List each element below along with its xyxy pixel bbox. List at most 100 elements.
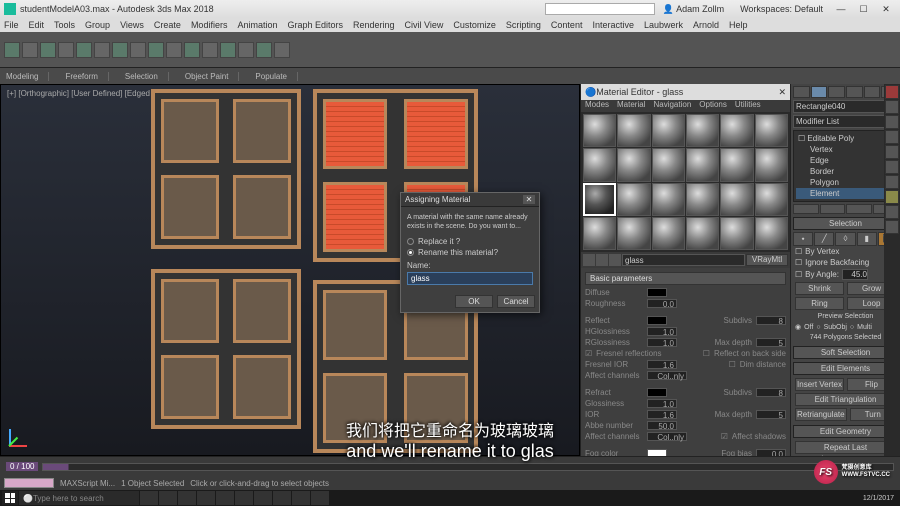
refract-swatch[interactable]	[647, 388, 667, 397]
taskbar-cortana-icon[interactable]	[140, 491, 158, 505]
menu-tools[interactable]: Tools	[54, 20, 75, 30]
taskbar-app-icon[interactable]	[159, 491, 177, 505]
minimize-button[interactable]: —	[831, 4, 851, 14]
menu-rendering[interactable]: Rendering	[353, 20, 395, 30]
material-swatch[interactable]	[652, 217, 685, 250]
material-swatch[interactable]	[617, 148, 650, 181]
stack-border[interactable]: Border	[796, 166, 895, 177]
material-swatch[interactable]	[617, 114, 650, 147]
stack-tool[interactable]	[793, 204, 819, 214]
taskbar-app-icon[interactable]	[311, 491, 329, 505]
timeline-track[interactable]	[42, 463, 894, 471]
tool-align[interactable]	[202, 42, 218, 58]
taskbar-search[interactable]: ⚪ Type here to search	[19, 491, 139, 505]
tool-unlink[interactable]	[58, 42, 74, 58]
matmenu-utilities[interactable]: Utilities	[735, 100, 761, 112]
matmenu-navigation[interactable]: Navigation	[653, 100, 691, 112]
dialog-close-icon[interactable]: ✕	[523, 195, 535, 204]
matmenu-options[interactable]: Options	[699, 100, 727, 112]
material-editor-titlebar[interactable]: 🔵 Material Editor - glass ✕	[581, 84, 790, 100]
taskbar-app-icon[interactable]	[273, 491, 291, 505]
soft-selection-rollout[interactable]: Soft Selection	[793, 346, 898, 359]
stack-polygon[interactable]: Polygon	[796, 177, 895, 188]
workspace-switcher[interactable]: Workspaces: Default	[732, 4, 831, 14]
ribbon-modeling[interactable]: Modeling	[6, 72, 49, 81]
menu-views[interactable]: Views	[120, 20, 144, 30]
material-swatch[interactable]	[583, 148, 616, 181]
tool-layer[interactable]	[220, 42, 236, 58]
tab-display[interactable]	[864, 86, 881, 98]
shelf-icon[interactable]	[885, 205, 899, 219]
shrink-button[interactable]: Shrink	[795, 282, 844, 295]
material-swatch[interactable]	[720, 217, 753, 250]
menu-animation[interactable]: Animation	[237, 20, 277, 30]
maximize-button[interactable]: ☐	[853, 4, 873, 15]
shelf-icon[interactable]	[885, 145, 899, 159]
stack-vertex[interactable]: Vertex	[796, 144, 895, 155]
mat-tool-icon[interactable]	[596, 254, 608, 266]
material-swatch[interactable]	[720, 148, 753, 181]
tool-mirror[interactable]	[184, 42, 200, 58]
selection-rollout[interactable]: Selection	[793, 217, 898, 230]
menu-laubwerk[interactable]: Laubwerk	[644, 20, 683, 30]
taskbar-app-icon[interactable]	[216, 491, 234, 505]
menu-interactive[interactable]: Interactive	[592, 20, 634, 30]
menu-help[interactable]: Help	[729, 20, 748, 30]
user-account[interactable]: 👤 Adam Zollm	[655, 4, 732, 15]
ribbon-populate[interactable]: Populate	[255, 72, 298, 81]
shelf-icon[interactable]	[885, 190, 899, 204]
tool-link[interactable]	[40, 42, 56, 58]
diffuse-swatch[interactable]	[647, 288, 667, 297]
shelf-icon[interactable]	[885, 115, 899, 129]
tool-render-setup[interactable]	[274, 42, 290, 58]
menu-edit[interactable]: Edit	[29, 20, 45, 30]
subobj-vertex-icon[interactable]: ⬩	[793, 232, 813, 246]
material-swatch[interactable]	[755, 148, 788, 181]
edit-geometry-rollout[interactable]: Edit Geometry	[793, 425, 898, 438]
repeat-last-button[interactable]: Repeat Last	[795, 441, 896, 454]
stack-edge[interactable]: Edge	[796, 155, 895, 166]
tool-snap[interactable]	[148, 42, 164, 58]
tab-hierarchy[interactable]	[828, 86, 845, 98]
subobj-border-icon[interactable]: ◊	[835, 232, 855, 246]
maxscript-listener[interactable]	[4, 478, 54, 488]
material-swatch-selected[interactable]	[583, 183, 616, 216]
dialog-titlebar[interactable]: Assigning Material✕	[401, 193, 539, 207]
modifier-stack[interactable]: ☐ Editable Poly Vertex Edge Border Polyg…	[793, 130, 898, 202]
taskbar-app-icon[interactable]	[235, 491, 253, 505]
material-swatch[interactable]	[652, 114, 685, 147]
menu-group[interactable]: Group	[85, 20, 110, 30]
taskbar-clock[interactable]: 12/1/2017	[859, 495, 898, 502]
material-swatch[interactable]	[755, 183, 788, 216]
tool-select[interactable]	[76, 42, 92, 58]
shelf-icon[interactable]	[885, 175, 899, 189]
material-swatch[interactable]	[617, 183, 650, 216]
material-swatch[interactable]	[583, 114, 616, 147]
tab-motion[interactable]	[846, 86, 863, 98]
menu-arnold[interactable]: Arnold	[693, 20, 719, 30]
material-swatch[interactable]	[617, 217, 650, 250]
fresnel-checkbox[interactable]: Fresnel reflections	[596, 349, 661, 358]
taskbar-app-icon[interactable]	[197, 491, 215, 505]
tool-material[interactable]	[238, 42, 254, 58]
menu-customize[interactable]: Customize	[453, 20, 496, 30]
material-swatch[interactable]	[652, 183, 685, 216]
material-editor-close-icon[interactable]: ✕	[778, 87, 786, 98]
material-swatch[interactable]	[686, 114, 719, 147]
object-name-field[interactable]	[793, 100, 898, 113]
by-vertex-checkbox[interactable]: By Vertex	[805, 247, 839, 256]
tool-scale[interactable]	[130, 42, 146, 58]
ribbon-freeform[interactable]: Freeform	[65, 72, 108, 81]
material-swatch[interactable]	[755, 217, 788, 250]
edit-tri-button[interactable]: Edit Triangulation	[795, 393, 896, 406]
tool-angle-snap[interactable]	[166, 42, 182, 58]
material-swatch[interactable]	[720, 114, 753, 147]
ribbon-objectpaint[interactable]: Object Paint	[185, 72, 240, 81]
subobj-edge-icon[interactable]: ╱	[814, 232, 834, 246]
mat-tool-icon[interactable]	[609, 254, 621, 266]
material-swatch[interactable]	[652, 148, 685, 181]
material-name-field[interactable]	[622, 254, 745, 266]
taskbar-app-icon[interactable]	[178, 491, 196, 505]
material-swatch[interactable]	[686, 217, 719, 250]
menu-modifiers[interactable]: Modifiers	[191, 20, 228, 30]
